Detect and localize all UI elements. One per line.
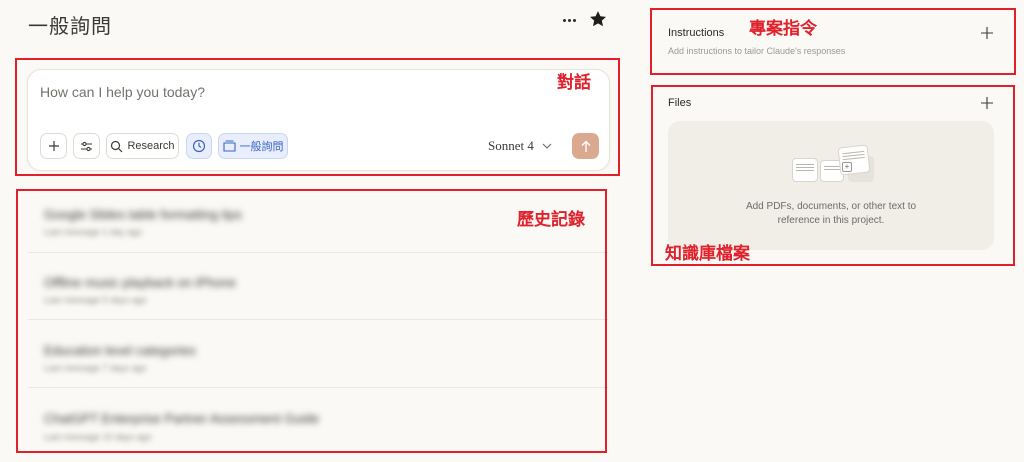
history-annotation-label: 歷史記錄 [517, 210, 585, 230]
drop-text-line-2: reference in this project. [777, 215, 885, 226]
star-icon[interactable] [588, 9, 608, 29]
history-toggle-button[interactable] [186, 133, 212, 159]
plus-icon [48, 141, 59, 151]
files-annotation-label: 知識庫檔案 [665, 244, 750, 264]
project-chip-label: 一般詢問 [239, 141, 284, 153]
send-button[interactable] [572, 133, 599, 159]
history-title: Google Slides table formatting tips [44, 207, 242, 222]
sliders-icon [81, 141, 92, 151]
instructions-annotation-box [650, 8, 1016, 75]
files-title: Files [668, 97, 692, 109]
add-button[interactable] [40, 133, 67, 159]
history-row[interactable] [28, 328, 608, 388]
search-icon [111, 140, 123, 152]
history-subtitle: Last message 7 days ago [44, 363, 147, 373]
drop-text-line-1: Add PDFs, documents, or other text to [745, 201, 917, 212]
history-row[interactable] [28, 396, 608, 456]
instructions-annotation-label: 專案指令 [749, 19, 817, 39]
instructions-title: Instructions [668, 27, 725, 39]
history-title: Education level categories [44, 343, 196, 358]
arrow-up-icon [581, 140, 590, 152]
history-subtitle: Last message 5 days ago [44, 295, 147, 305]
history-title: Offline music playback on iPhone [44, 275, 236, 290]
tools-button[interactable] [73, 133, 100, 159]
model-selector[interactable]: Sonnet 4 [488, 138, 552, 154]
chat-input[interactable] [40, 82, 520, 102]
chevron-down-icon [542, 143, 552, 149]
research-button[interactable]: Research [106, 133, 179, 159]
model-label: Sonnet 4 [488, 138, 534, 153]
history-title: ChatGPT Enterprise Partner Assessment Gu… [44, 411, 320, 426]
instructions-description: Add instructions to tailor Claude's resp… [668, 46, 846, 56]
chat-annotation-label: 對話 [557, 73, 591, 93]
add-instructions-icon[interactable] [980, 26, 994, 40]
more-options-icon[interactable] [557, 10, 581, 30]
add-files-icon[interactable] [980, 96, 994, 110]
file-drop-instructions: Add PDFs, documents, or other text to re… [668, 200, 994, 228]
documents-illustration-icon: + [792, 144, 882, 190]
history-subtitle: Last message 1 day ago [44, 227, 143, 237]
history-subtitle: Last message 10 days ago [44, 432, 152, 442]
research-label: Research [127, 140, 175, 152]
page-title: 一般詢問 [28, 14, 112, 38]
project-chip[interactable]: 一般詢問 [218, 133, 288, 159]
clock-icon [192, 139, 206, 153]
folder-icon [222, 140, 236, 152]
history-row[interactable] [28, 260, 608, 320]
